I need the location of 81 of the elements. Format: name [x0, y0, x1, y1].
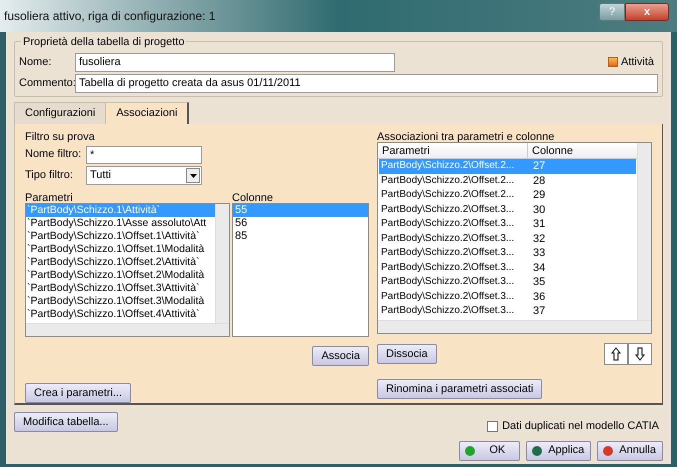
comment-field[interactable]: Tabella di progetto creata da asus 01/11/2011 — [75, 74, 658, 92]
field-label: Nome: — [19, 54, 52, 70]
table-cell-text: 33 — [532, 246, 546, 260]
name-field[interactable]: fusoliera — [75, 52, 395, 72]
table-cell-text: 29 — [532, 188, 546, 202]
section-label: Filtro su prova — [25, 130, 96, 142]
window-title: fusoliera attivo, riga di configurazione: 1 — [4, 8, 216, 25]
horizontal-scrollbar[interactable] — [378, 320, 651, 333]
list-item[interactable]: `PartBody\Schizzo.1\Offset.3\Modalità — [26, 295, 215, 308]
table-row[interactable]: PartBody\Schizzo.2\Offset.2... 28 — [379, 174, 636, 188]
table-row[interactable]: PartBody\Schizzo.2\Offset.3... 36 — [379, 290, 636, 304]
list-item[interactable]: `PartBody\Schizzo.1\Offset.1\Attività` — [26, 230, 215, 243]
dialog-button[interactable]: Annulla — [597, 440, 663, 460]
dissociate-button[interactable]: Dissocia — [377, 344, 437, 364]
table-cell-text: 34 — [532, 260, 546, 275]
checkbox[interactable] — [487, 420, 498, 432]
table-cell-text: PartBody\Schizzo.2\Offset.3... — [380, 260, 516, 274]
table-row[interactable]: PartBody\Schizzo.2\Offset.3... 35 — [379, 275, 636, 290]
move-up-button[interactable] — [604, 343, 628, 365]
filter-type-dropdown[interactable]: Tutti — [86, 166, 202, 185]
table-cell-text: PartBody\Schizzo.2\Offset.3... — [380, 304, 516, 318]
table-cell-text: PartBody\Schizzo.2\Offset.2... — [380, 174, 516, 188]
table-cell-text: 37 — [532, 304, 546, 318]
vertical-scrollbar[interactable] — [215, 204, 229, 323]
table-cell-text: PartBody\Schizzo.2\Offset.3... — [380, 217, 516, 231]
list-item[interactable]: 56 — [233, 217, 368, 230]
create-parameters-button[interactable]: Crea i parametri... — [25, 383, 132, 403]
table-row[interactable]: PartBody\Schizzo.2\Offset.3... 32 — [379, 232, 636, 246]
table-cell-text: PartBody\Schizzo.2\Offset.3... — [380, 202, 516, 216]
table-row[interactable]: PartBody\Schizzo.2\Offset.3... 31 — [379, 217, 636, 232]
filter-name-field[interactable]: * — [86, 146, 202, 164]
checkbox-label: Dati duplicati nel modello CATIA — [502, 419, 659, 434]
horizontal-scrollbar[interactable] — [26, 323, 229, 336]
field-label: Commento: — [19, 76, 75, 91]
list-item[interactable]: `PartBody\Schizzo.1\Offset.2\Attività` — [26, 256, 215, 269]
list-item[interactable]: `PartBody\Schizzo.1\Offset.2\Modalità — [26, 269, 215, 282]
table-cell-text: PartBody\Schizzo.2\Offset.2... — [380, 159, 516, 173]
list-item[interactable]: `PartBody\Schizzo.1\Offset.4\Attività` — [26, 308, 215, 321]
field-label: Tipo filtro: — [25, 168, 74, 184]
vertical-scrollbar[interactable] — [637, 143, 651, 320]
column-header[interactable]: Colonne — [528, 143, 637, 158]
table-row[interactable]: PartBody\Schizzo.2\Offset.3... 33 — [379, 246, 636, 260]
tab[interactable]: Associazioni — [105, 102, 190, 124]
group-title: Proprietà della tabella di progetto — [21, 34, 186, 50]
list-label: Colonne — [232, 191, 274, 203]
list-item[interactable]: 85 — [233, 230, 368, 243]
table-row[interactable]: PartBody\Schizzo.2\Offset.3... 34 — [379, 260, 636, 275]
table-row[interactable]: PartBody\Schizzo.2\Offset.3... 30 — [379, 202, 636, 217]
down-arrow-icon — [635, 347, 645, 361]
active-checkbox[interactable] — [608, 57, 618, 67]
table-cell-text: 30 — [532, 202, 546, 217]
rename-parameters-button[interactable]: Rinomina i parametri associati — [377, 379, 542, 399]
list-label: Parametri — [25, 191, 74, 203]
dropdown-value: Tutti — [90, 168, 111, 184]
section-label: Associazioni tra parametri e colonne — [377, 130, 556, 142]
checkbox-label: Attività — [620, 54, 654, 70]
move-down-button[interactable] — [628, 343, 652, 365]
table-cell-text: PartBody\Schizzo.2\Offset.2... — [380, 188, 516, 202]
table-cell-text: PartBody\Schizzo.2\Offset.3... — [380, 290, 516, 304]
table-cell-text: 27 — [532, 159, 546, 174]
table-cell-text: 28 — [532, 174, 546, 188]
table-cell-text: 31 — [532, 217, 546, 232]
list-item[interactable]: `PartBody\Schizzo.1\Offset.1\Modalità — [26, 243, 215, 256]
table-row[interactable]: PartBody\Schizzo.2\Offset.2... 29 — [379, 188, 636, 202]
table-row[interactable]: PartBody\Schizzo.2\Offset.3... 37 — [379, 304, 636, 318]
list-item[interactable]: `PartBody\Schizzo.1\Offset.3\Attività` — [26, 282, 215, 295]
table-cell-text: 35 — [532, 275, 546, 290]
field-label: Nome filtro: — [25, 147, 82, 162]
associate-button[interactable]: Associa — [312, 346, 369, 366]
table-cell-text: 32 — [532, 232, 546, 246]
tab[interactable]: Configurazioni — [14, 102, 106, 124]
table-cell-text: PartBody\Schizzo.2\Offset.3... — [380, 246, 516, 260]
dialog-button[interactable]: Applica — [526, 440, 592, 460]
dialog-button[interactable]: OK — [459, 440, 520, 460]
list-item[interactable]: `PartBody\Schizzo.1\Asse assoluto\Att — [26, 217, 215, 230]
modify-table-button[interactable]: Modifica tabella... — [14, 412, 118, 432]
column-header[interactable]: Parametri — [378, 143, 528, 158]
up-arrow-icon — [611, 347, 621, 361]
table-cell-text: 36 — [532, 290, 546, 304]
table-cell-text: PartBody\Schizzo.2\Offset.3... — [380, 232, 516, 246]
table-cell-text: PartBody\Schizzo.2\Offset.3... — [380, 275, 516, 289]
